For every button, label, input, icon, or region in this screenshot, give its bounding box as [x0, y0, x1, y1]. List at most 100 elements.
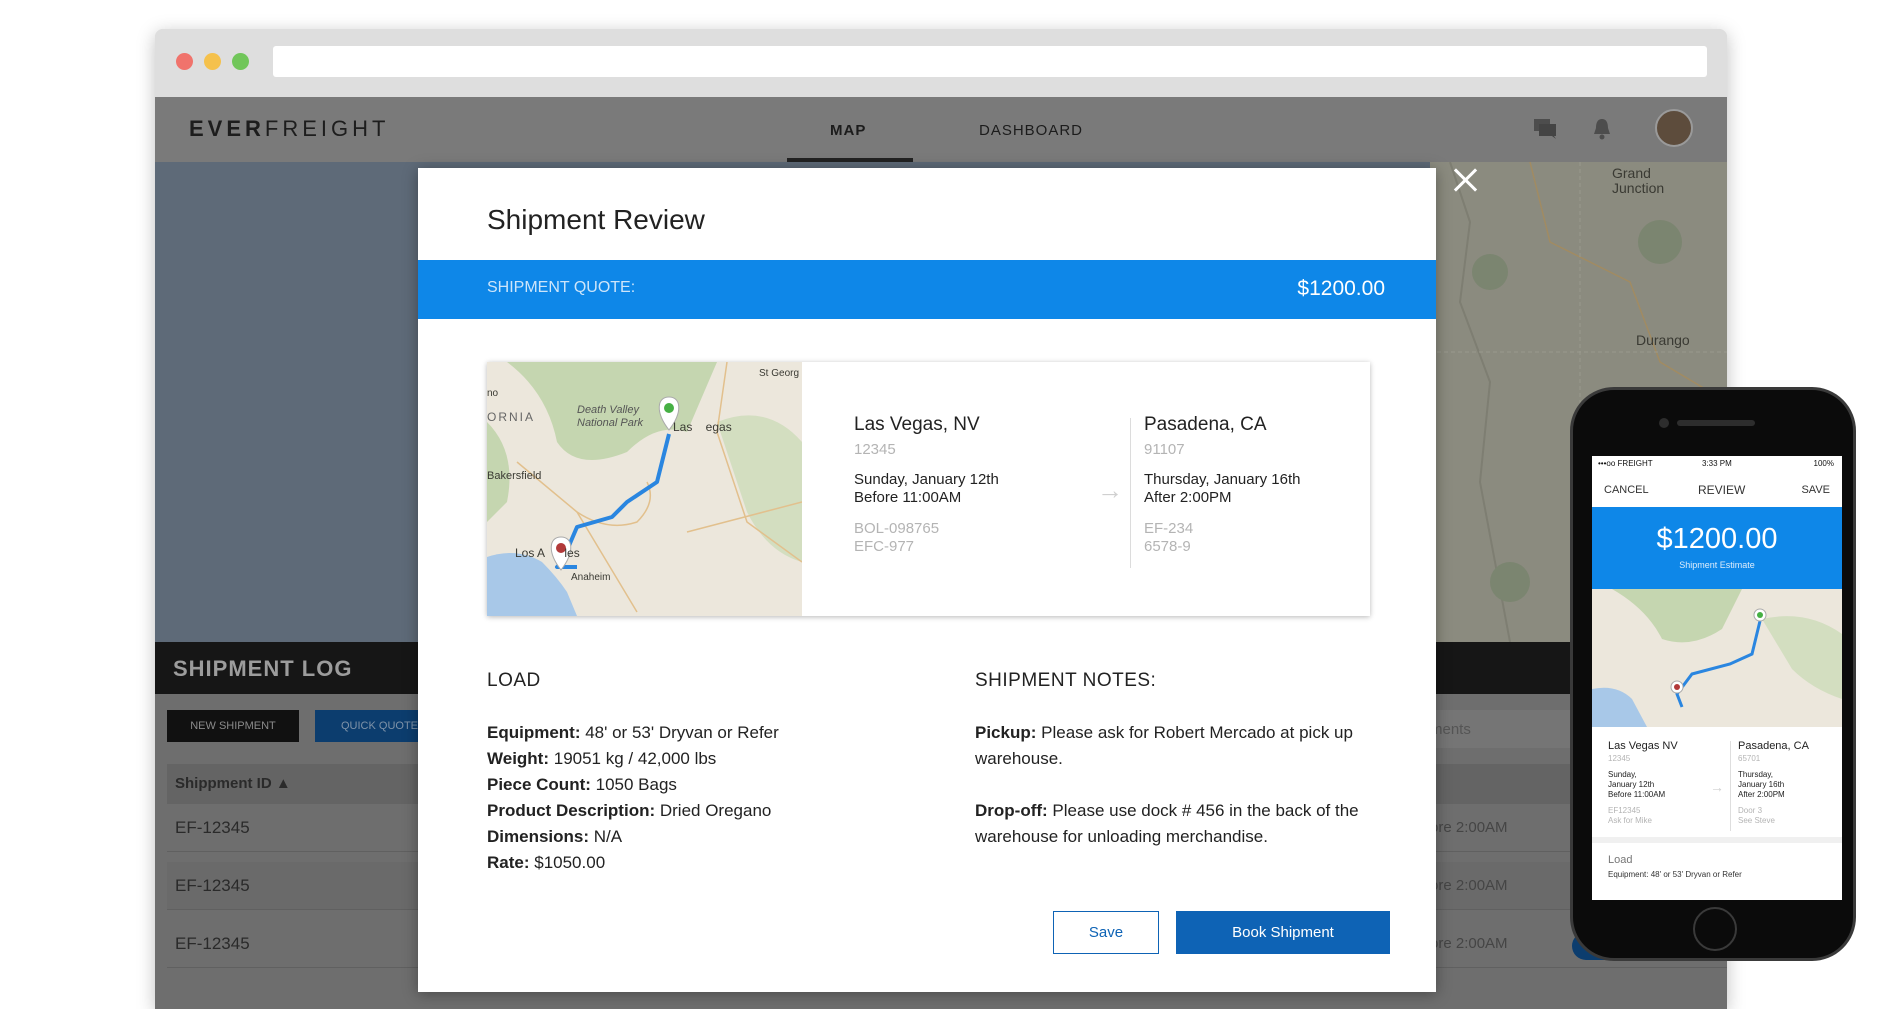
phone-carrier: •••oo FREIGHT [1598, 459, 1653, 468]
phone-load-equipment: Equipment: 48' or 53' Dryvan or Refer [1608, 870, 1742, 879]
destination-ref-1: EF-234 [1144, 520, 1194, 537]
destination-city: Pasadena, CA [1144, 414, 1267, 435]
destination-zip: 91107 [1144, 441, 1185, 458]
save-button[interactable]: Save [1053, 911, 1159, 954]
notes-section-title: SHIPMENT NOTES: [975, 670, 1157, 691]
phone-estimate-label: Shipment Estimate [1679, 560, 1755, 570]
phone-cancel-button[interactable]: CANCEL [1604, 484, 1649, 496]
phone-origin-ref1: EF12345 [1608, 806, 1641, 815]
dropoff-label: Drop-off: [975, 801, 1048, 820]
quote-value: $1200.00 [1297, 277, 1385, 300]
phone-camera [1659, 418, 1669, 428]
phone-load-title: Load [1608, 854, 1633, 866]
nav-tab-dashboard[interactable]: DASHBOARD [979, 122, 1083, 139]
column-shipment-id[interactable]: Shippment ID ▲ [175, 775, 291, 792]
phone-screen: •••oo FREIGHT 3:33 PM 100% CANCEL REVIEW… [1592, 456, 1842, 900]
shipment-time: ore 2:00AM [1430, 877, 1508, 894]
phone-estimate-banner: $1200.00 Shipment Estimate [1592, 507, 1842, 589]
map-label-death-valley: Death Valley National Park [577, 404, 644, 429]
chat-icon[interactable] [1534, 119, 1556, 139]
shipment-id: EF-12345 [175, 876, 250, 895]
search-placeholder: ments [1430, 721, 1471, 738]
map-label-no: no [487, 388, 499, 399]
map-label-bakersfield: Bakersfield [487, 470, 542, 482]
shipment-id: EF-12345 [175, 934, 250, 953]
destination-day: Thursday, January 16th [1144, 471, 1301, 488]
origin-time: Before 11:00AM [854, 489, 962, 506]
phone-route-map[interactable] [1592, 589, 1842, 727]
destination-time: After 2:00PM [1144, 489, 1232, 506]
route-map[interactable]: St Georg Death Valley National Park Las … [487, 362, 802, 616]
phone-save-button[interactable]: SAVE [1801, 484, 1830, 496]
shipment-time: ore 2:00AM [1430, 935, 1508, 952]
arrow-right-icon: → [1097, 475, 1123, 505]
phone-arrow-right-icon: → [1710, 779, 1724, 795]
phone-destination-time: After 2:00PM [1738, 790, 1785, 799]
piece-count-label: Piece Count: [487, 775, 591, 794]
quote-label: SHIPMENT QUOTE: [487, 279, 636, 296]
phone-destination-ref1: Door 3 [1738, 806, 1763, 815]
shipment-notes: Pickup: Please ask for Robert Mercado at… [975, 720, 1375, 876]
phone-speaker [1677, 420, 1755, 426]
phone-home-button[interactable] [1693, 907, 1737, 951]
weight-label: Weight: [487, 749, 550, 768]
app-header: EVERFREIGHT MAP DASHBOARD [155, 97, 1727, 162]
window-minimize-button[interactable] [204, 53, 221, 70]
logo-bold: EVER [189, 116, 265, 141]
rate-label: Rate: [487, 853, 530, 872]
phone-nav-bar: CANCEL REVIEW SAVE [1592, 480, 1842, 502]
phone-route-details: Las Vegas NV 12345 Sunday, January 12th … [1592, 727, 1842, 843]
everfreight-logo[interactable]: EVERFREIGHT [189, 116, 389, 142]
phone-destination-day1: Thursday, [1738, 770, 1773, 779]
piece-count-value: 1050 Bags [590, 775, 677, 794]
phone-origin-ref2: Ask for Mike [1608, 816, 1653, 825]
map-label-anaheim: Anaheim [571, 572, 611, 583]
phone-route-divider [1730, 741, 1731, 831]
rate-value: $1050.00 [529, 853, 606, 872]
phone-origin: Las Vegas NV 12345 Sunday, January 12th … [1608, 741, 1678, 826]
map-label-st-george: St Georg [759, 368, 800, 379]
user-avatar[interactable] [1655, 109, 1693, 147]
map-label-grand-junction: Grand Junction [1612, 165, 1665, 196]
shipment-id: EF-12345 [175, 818, 250, 837]
phone-mockup: •••oo FREIGHT 3:33 PM 100% CANCEL REVIEW… [1570, 387, 1856, 961]
destination-ref-2: 6578-9 [1144, 538, 1191, 555]
book-shipment-button[interactable]: Book Shipment [1176, 911, 1390, 954]
nav-tab-map[interactable]: MAP [830, 122, 866, 139]
window-close-button[interactable] [176, 53, 193, 70]
equipment-value: 48' or 53' Dryvan or Refer [580, 723, 779, 742]
origin-day: Sunday, January 12th [854, 471, 999, 488]
weight-value: 19051 kg / 42,000 lbs [549, 749, 717, 768]
bell-icon[interactable] [1593, 118, 1611, 140]
phone-time: 3:33 PM [1702, 459, 1732, 468]
phone-status-bar: •••oo FREIGHT 3:33 PM 100% [1592, 456, 1842, 472]
phone-destination-city: Pasadena, CA [1738, 740, 1809, 752]
phone-destination-ref2: See Steve [1738, 816, 1775, 825]
dimensions-value: N/A [589, 827, 623, 846]
phone-battery: 100% [1813, 459, 1834, 468]
map-label-durango: Durango [1636, 332, 1690, 348]
map-label-los-angeles: Los A les [515, 546, 580, 560]
phone-origin-zip: 12345 [1608, 754, 1631, 763]
phone-map-graphic [1592, 589, 1842, 727]
destination-details: Pasadena, CA 91107 Thursday, January 16t… [1144, 414, 1300, 556]
new-shipment-button[interactable]: NEW SHIPMENT [167, 710, 299, 742]
phone-destination-zip: 65701 [1738, 754, 1761, 763]
browser-toolbar [155, 29, 1727, 97]
phone-estimate-amount: $1200.00 [1656, 523, 1778, 555]
origin-city: Las Vegas, NV [854, 414, 980, 435]
phone-destination-day2: January 16th [1738, 780, 1785, 789]
address-bar[interactable] [273, 46, 1707, 77]
route-divider [1130, 418, 1131, 568]
close-modal-icon[interactable] [1451, 165, 1481, 195]
shipment-review-modal: Shipment Review SHIPMENT QUOTE: $1200.00 [418, 168, 1436, 992]
phone-origin-day2: January 12th [1608, 780, 1655, 789]
origin-details: Las Vegas, NV 12345 Sunday, January 12th… [854, 414, 999, 556]
route-map-graphic [487, 362, 802, 616]
load-details: Equipment: 48' or 53' Dryvan or Refer We… [487, 720, 779, 876]
shipment-quote-bar: SHIPMENT QUOTE: $1200.00 [418, 260, 1436, 319]
phone-origin-time: Before 11:00AM [1608, 790, 1666, 799]
window-maximize-button[interactable] [232, 53, 249, 70]
quick-quote-button[interactable]: QUICK QUOTE [315, 710, 435, 742]
phone-origin-city: Las Vegas NV [1608, 740, 1678, 752]
